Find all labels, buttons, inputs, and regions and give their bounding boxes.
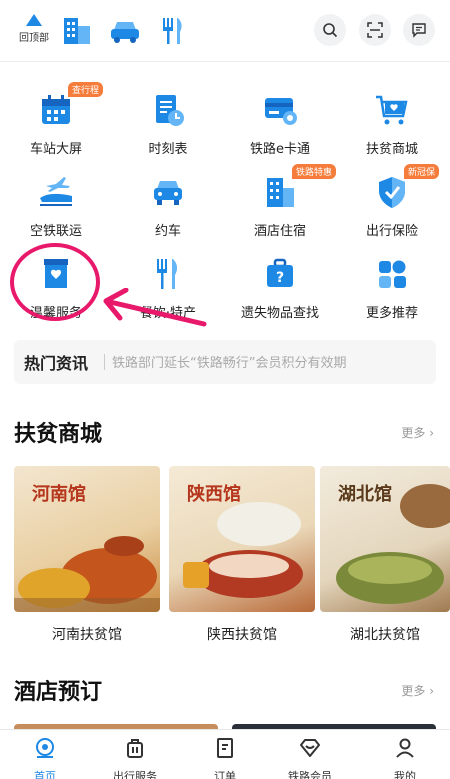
arrow-up-icon [26, 14, 42, 26]
card-banner: 河南馆 [32, 484, 86, 505]
service-poverty-mall[interactable]: 扶贫商城 [336, 92, 448, 157]
service-travel-insurance[interactable]: 新冠保 出行保险 [336, 164, 448, 239]
service-label: 扶贫商城 [365, 142, 418, 157]
search-button[interactable] [314, 14, 346, 46]
section-title-hotel: 酒店预订 [14, 680, 103, 705]
service-air-rail[interactable]: 空铁联运 [0, 174, 112, 239]
more-label: 更多 [401, 684, 426, 698]
back-to-top-label: 回顶部 [19, 33, 49, 44]
card-banner: 湖北馆 [338, 484, 392, 505]
svg-text:?: ? [276, 270, 284, 286]
service-more-recommend[interactable]: 更多推荐 [336, 256, 448, 321]
highlight-circle [10, 243, 100, 321]
service-hotel[interactable]: 铁路特惠 酒店住宿 [224, 164, 337, 239]
train-plane-icon [40, 177, 72, 206]
building-icon[interactable] [60, 14, 94, 48]
service-station-screen[interactable]: 查行程 车站大屏 [0, 82, 112, 157]
pointer-arrow-icon [103, 288, 207, 327]
dining-icon [157, 259, 178, 289]
dining-icon[interactable] [156, 14, 190, 48]
hotel-icon [267, 178, 294, 207]
service-label: 出行保险 [365, 224, 418, 239]
news-headline[interactable]: 铁路部门延长“铁路畅行”会员积分有效期 [112, 352, 346, 371]
profile-icon [396, 738, 414, 758]
nav-label: 铁路会员 [288, 770, 332, 779]
nav-home[interactable]: 首页 [5, 736, 85, 779]
service-label: 空铁联运 [29, 224, 82, 239]
back-to-top-button[interactable]: 回顶部 [14, 14, 54, 44]
search-icon [323, 23, 338, 38]
shop-card-label[interactable]: 河南扶贫馆 [14, 624, 160, 644]
member-icon [300, 739, 320, 757]
hot-news-title: 热门资讯 [24, 354, 89, 373]
message-icon [412, 23, 426, 38]
service-timetable[interactable]: 时刻表 [112, 92, 224, 157]
service-label: 铁路e卡通 [250, 142, 310, 157]
service-label: 约车 [154, 224, 181, 239]
bottom-nav: 首页 出行服务 订单 铁路会员 我的 [0, 729, 450, 779]
service-ecard[interactable]: 铁路e卡通 [224, 92, 336, 157]
service-label: 酒店住宿 [253, 224, 306, 239]
service-car-hailing[interactable]: 约车 [112, 174, 224, 239]
nav-travel-service[interactable]: 出行服务 [95, 736, 175, 779]
nav-label: 我的 [394, 770, 416, 779]
shop-card-shaanxi[interactable]: 陕西馆 [169, 466, 315, 612]
message-button[interactable] [403, 14, 435, 46]
nav-label: 首页 [34, 770, 56, 779]
divider [104, 354, 105, 370]
service-label: 时刻表 [148, 142, 188, 157]
scan-button[interactable] [359, 14, 391, 46]
ecard-icon [265, 98, 297, 125]
tag-check-trip: 查行程 [68, 82, 104, 97]
tag-rail-discount: 铁路特惠 [292, 164, 337, 179]
lost-item-icon: ? [267, 258, 293, 287]
tag-covid-insurance: 新冠保 [404, 164, 440, 179]
nav-orders[interactable]: 订单 [185, 736, 265, 779]
shop-card-hubei[interactable]: 湖北馆 [320, 466, 450, 612]
top-bar: 回顶部 [0, 0, 450, 62]
nav-profile[interactable]: 我的 [365, 736, 445, 779]
timetable-icon [156, 95, 184, 126]
nav-rail-member[interactable]: 铁路会员 [270, 736, 350, 779]
car-icon [154, 181, 182, 205]
shop-card-label[interactable]: 湖北扶贫馆 [320, 624, 450, 644]
nav-label: 出行服务 [113, 770, 157, 779]
shield-icon [379, 177, 405, 208]
more-link-mall[interactable]: 更多 › [401, 424, 434, 441]
more-link-hotel[interactable]: 更多 › [401, 682, 434, 699]
hot-news-bar[interactable]: 热门资讯 铁路部门延长“铁路畅行”会员积分有效期 [14, 340, 436, 384]
shop-card-label[interactable]: 陕西扶贫馆 [169, 624, 315, 644]
luggage-icon [127, 739, 143, 758]
scan-icon [367, 22, 383, 38]
nav-label: 订单 [214, 770, 236, 779]
service-label: 遗失物品查找 [240, 306, 319, 321]
calendar-icon [42, 95, 70, 124]
shop-card-henan[interactable]: 河南馆 [14, 466, 160, 612]
card-banner: 陕西馆 [187, 484, 241, 505]
section-title-mall: 扶贫商城 [14, 422, 103, 447]
home-icon [36, 738, 54, 758]
service-label: 车站大屏 [29, 142, 82, 157]
cart-icon [376, 95, 408, 125]
more-grid-icon [379, 260, 406, 288]
more-label: 更多 [401, 426, 426, 440]
order-icon [217, 738, 233, 758]
service-label: 更多推荐 [365, 306, 418, 321]
car-icon[interactable] [108, 14, 142, 48]
service-lost-and-found[interactable]: ? 遗失物品查找 [224, 256, 336, 321]
